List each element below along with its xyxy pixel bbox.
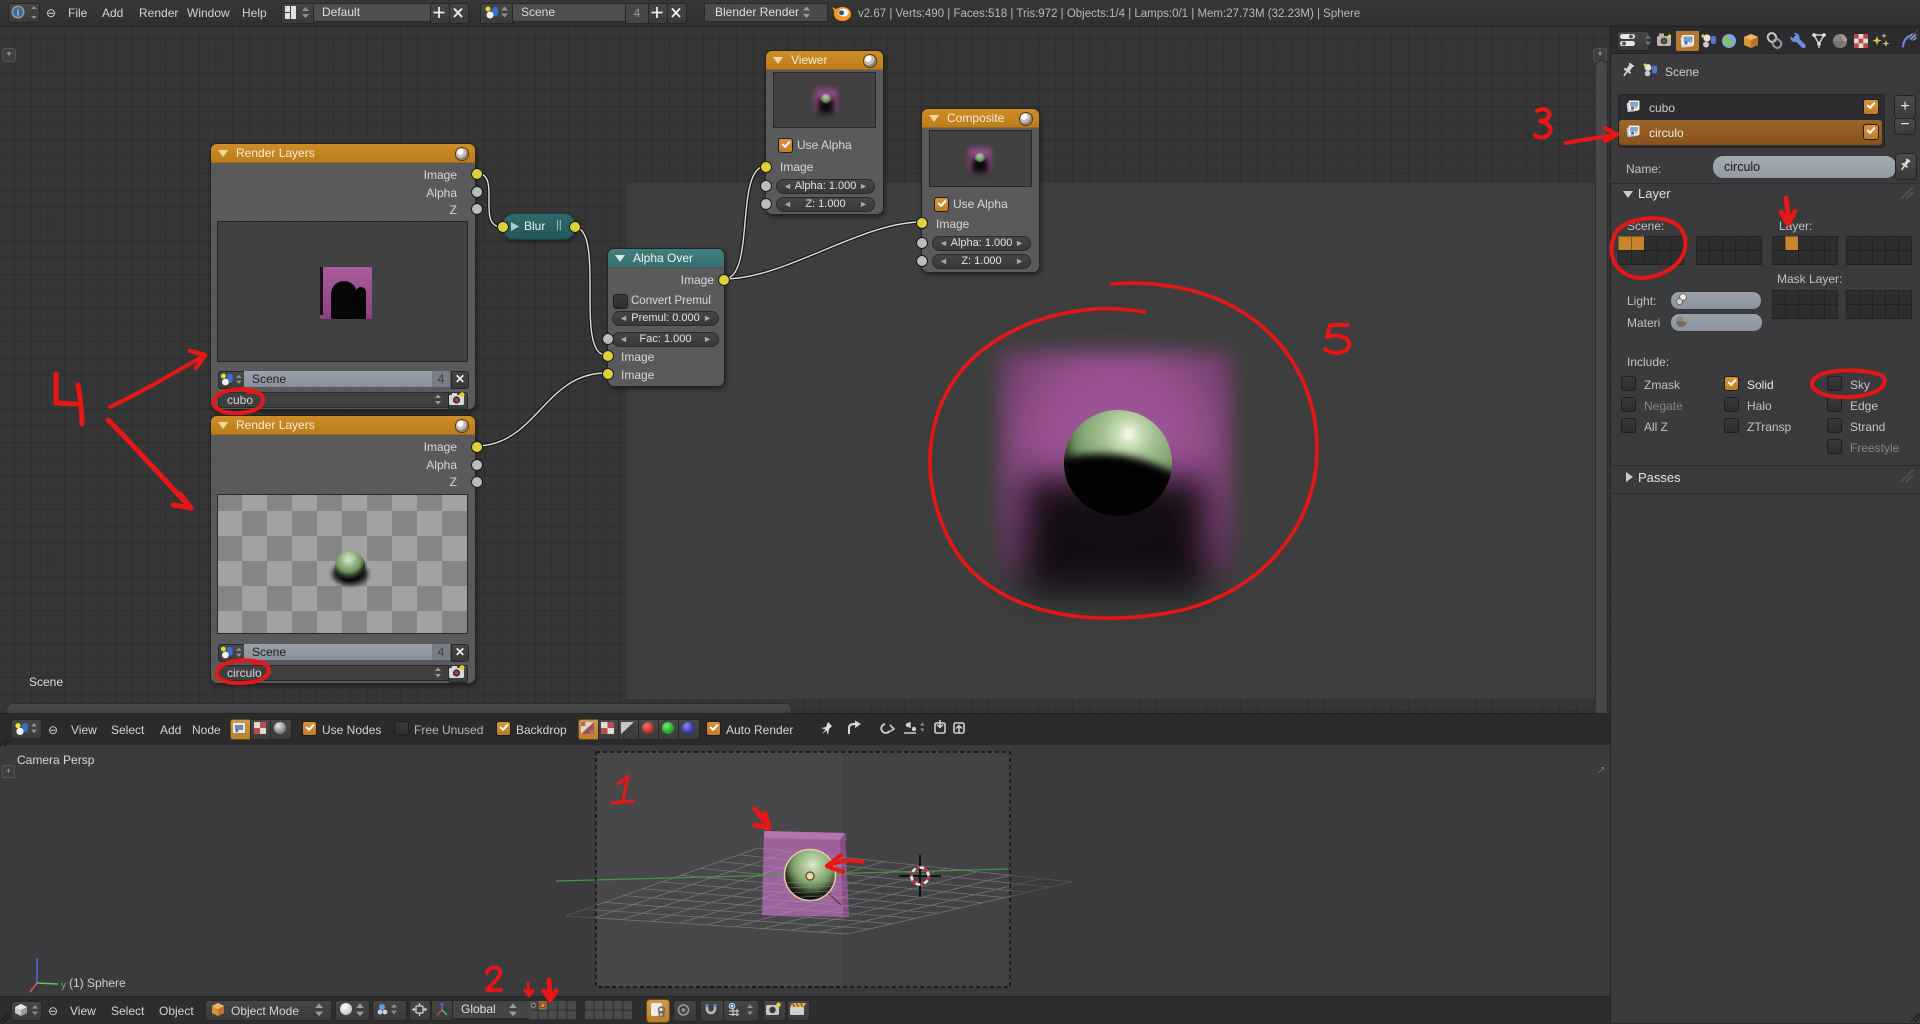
svg-text:y: y bbox=[61, 980, 66, 991]
